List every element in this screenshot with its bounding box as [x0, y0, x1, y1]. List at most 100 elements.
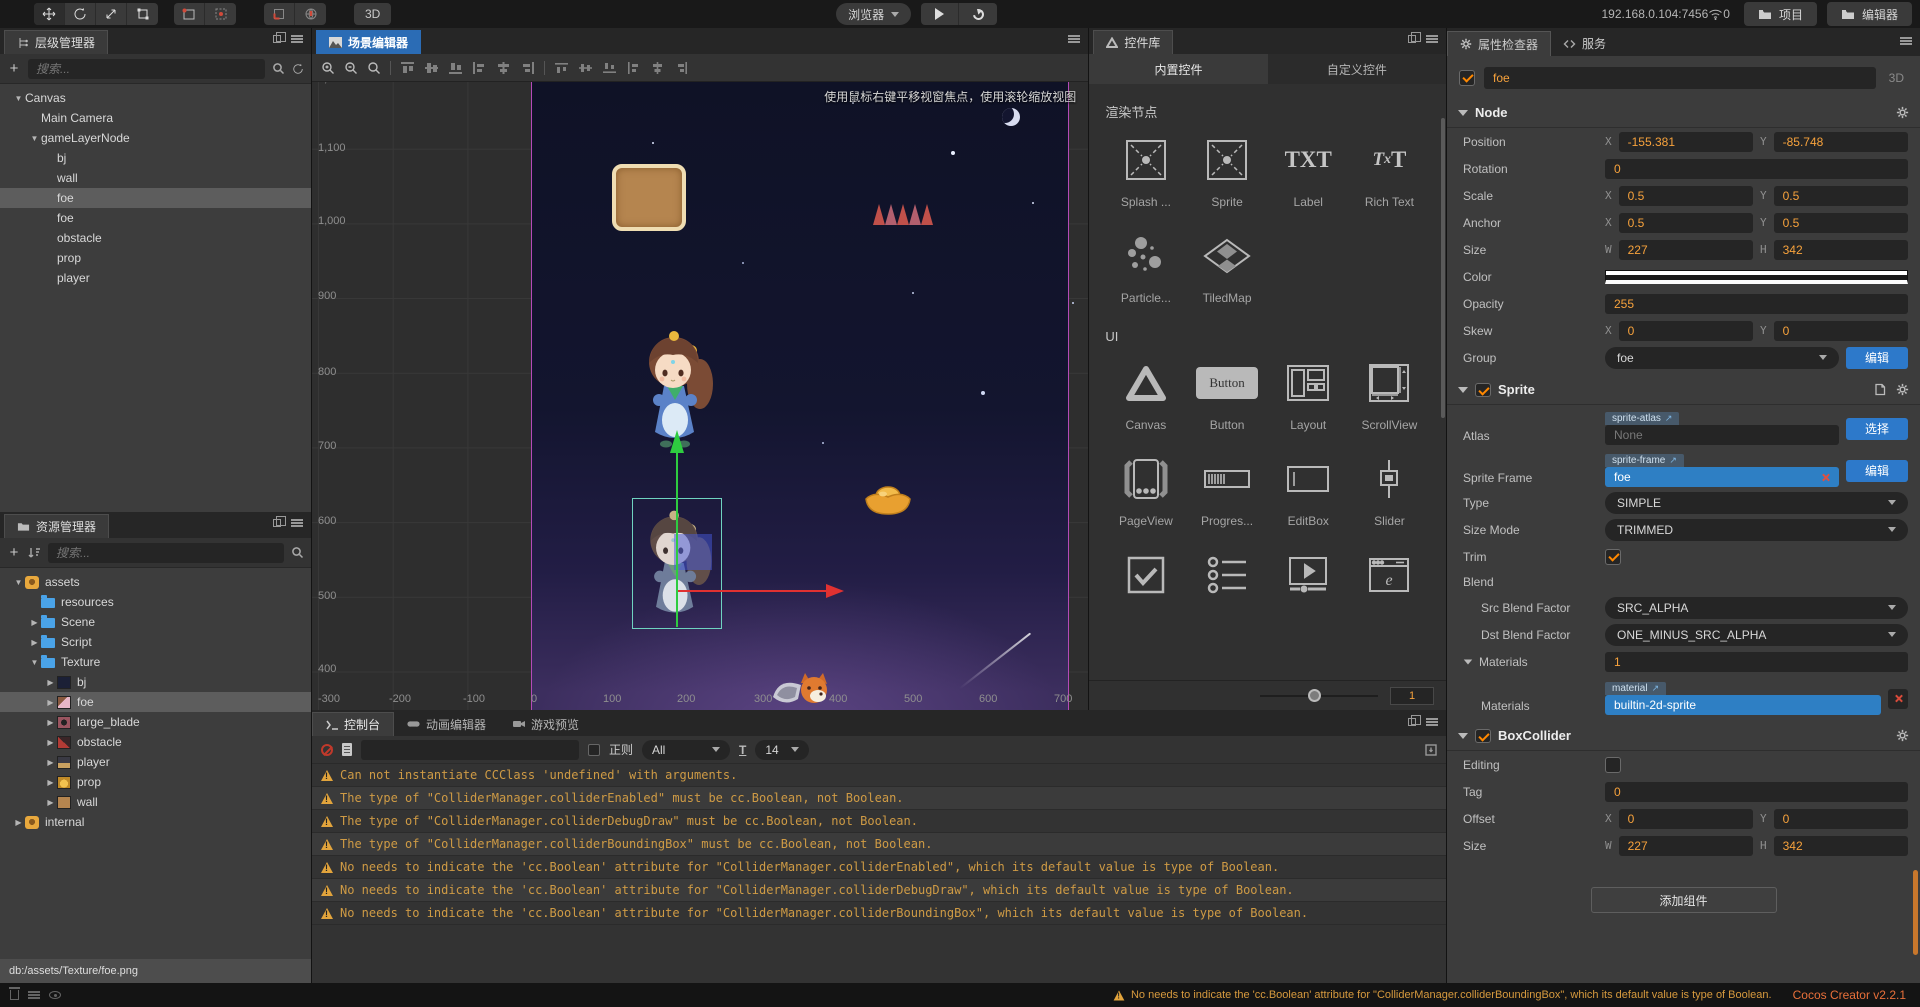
widget-splash[interactable]: Splash ... [1105, 137, 1186, 209]
assets-search-input[interactable]: 搜索... [48, 542, 284, 563]
node-name-input[interactable]: foe [1484, 67, 1876, 89]
tab-builtin-widgets[interactable]: 内置控件 [1089, 54, 1268, 84]
tree-expand-icon[interactable]: ▶ [44, 758, 57, 767]
collapse-icon[interactable] [1458, 386, 1468, 393]
log-row[interactable]: The type of "ColliderManager.colliderDeb… [312, 810, 1446, 833]
atlas-field[interactable]: None [1605, 425, 1839, 445]
gizmo-x-axis[interactable] [678, 590, 828, 592]
scale-tool-icon[interactable] [96, 3, 127, 25]
align-vcenter-icon[interactable] [424, 61, 439, 75]
collider-enabled-checkbox[interactable] [1475, 728, 1491, 743]
size-w-field[interactable]: 227 [1618, 239, 1753, 260]
tree-node-gamelayernode[interactable]: ▼ gameLayerNode [0, 128, 311, 148]
log-row[interactable]: No needs to indicate the 'cc.Boolean' at… [312, 856, 1446, 879]
collapse-icon[interactable] [1463, 658, 1473, 665]
anchor-y-field[interactable]: 0.5 [1773, 212, 1908, 233]
3d-toggle-button[interactable]: 3D [354, 3, 392, 25]
tag-field[interactable]: 0 [1605, 781, 1908, 802]
log-level-dropdown[interactable]: All [642, 739, 731, 760]
hierarchy-search-input[interactable]: 搜索... [28, 58, 265, 79]
asset-obstacle[interactable]: ▶ obstacle [0, 732, 311, 752]
dst-blend-dropdown[interactable]: ONE_MINUS_SRC_ALPHA [1605, 623, 1908, 646]
tree-node-bj[interactable]: bj [0, 148, 311, 168]
gizmo-x-arrowhead[interactable] [826, 584, 844, 598]
rotation-field[interactable]: 0 [1605, 158, 1908, 179]
asset-player[interactable]: ▶ player [0, 752, 311, 772]
widget-videoplayer[interactable] [1268, 552, 1349, 598]
tree-node-foe-selected[interactable]: foe [0, 188, 311, 208]
anchor-pivot-icon[interactable] [174, 3, 205, 25]
icon-size-slider[interactable] [1260, 688, 1378, 702]
collider-size-w-field[interactable]: 227 [1618, 835, 1753, 856]
rect-tool-icon[interactable] [127, 3, 158, 25]
section-boxcollider-header[interactable]: BoxCollider [1447, 721, 1920, 751]
inspector-scrollbar-thumb[interactable] [1913, 870, 1918, 955]
distribute-right-icon[interactable] [674, 61, 689, 75]
trim-checkbox[interactable] [1605, 548, 1621, 565]
align-bottom-icon[interactable] [448, 61, 463, 75]
sprite-frame-edit-button[interactable]: 编辑 [1846, 459, 1908, 482]
gear-icon[interactable] [1896, 729, 1909, 742]
asset-bj[interactable]: ▶ bj [0, 672, 311, 692]
popout-icon[interactable] [273, 32, 286, 43]
widget-label[interactable]: TXT Label [1268, 137, 1349, 209]
widget-particle[interactable]: Particle... [1105, 233, 1186, 305]
tree-expand-icon[interactable]: ▶ [28, 618, 41, 627]
panel-menu-icon[interactable] [1426, 35, 1438, 43]
widget-layout[interactable]: Layout [1268, 360, 1349, 432]
asset-assets-root[interactable]: ▼ assets [0, 572, 311, 592]
refresh-button[interactable] [959, 3, 997, 25]
tree-expand-icon[interactable]: ▼ [28, 658, 41, 667]
widget-richtext[interactable]: TxT Rich Text [1349, 137, 1430, 209]
color-swatch[interactable] [1605, 269, 1908, 284]
scroll-lock-icon[interactable] [1425, 743, 1437, 756]
tree-node-prop[interactable]: prop [0, 248, 311, 268]
materials-count-field[interactable]: 1 [1605, 651, 1908, 672]
tree-node-player[interactable]: player [0, 268, 311, 288]
trash-icon[interactable] [9, 987, 20, 1000]
panel-menu-icon[interactable] [1426, 718, 1438, 726]
type-dropdown[interactable]: SIMPLE [1605, 491, 1908, 514]
panel-menu-icon[interactable] [291, 35, 303, 43]
open-project-button[interactable]: 项目 [1743, 2, 1817, 26]
tree-expand-icon[interactable]: ▶ [44, 678, 57, 687]
widget-tiledmap[interactable]: TiledMap [1186, 233, 1267, 305]
scale-y-field[interactable]: 0.5 [1773, 185, 1908, 206]
eye-icon[interactable] [49, 991, 61, 999]
editing-checkbox[interactable] [1605, 756, 1621, 773]
section-node-header[interactable]: Node [1447, 98, 1920, 128]
asset-texture[interactable]: ▼ Texture [0, 652, 311, 672]
log-list-icon[interactable] [28, 991, 40, 999]
align-hcenter-icon[interactable] [496, 61, 511, 75]
popout-icon[interactable] [1408, 715, 1421, 726]
widget-scrollview[interactable]: ScrollView [1349, 360, 1430, 432]
tab-hierarchy[interactable]: 层级管理器 [4, 30, 109, 54]
asset-wall[interactable]: ▶ wall [0, 792, 311, 812]
collapse-icon[interactable] [1458, 109, 1468, 116]
widget-button[interactable]: Button Button [1186, 360, 1267, 432]
tab-services[interactable]: 服务 [1551, 31, 1618, 56]
atlas-select-button[interactable]: 选择 [1846, 417, 1908, 440]
rotate-tool-icon[interactable] [65, 3, 96, 25]
asset-scene[interactable]: ▶ Scene [0, 612, 311, 632]
distribute-hcenter-icon[interactable] [650, 61, 665, 75]
tree-node-main-camera[interactable]: Main Camera [0, 108, 311, 128]
tree-expand-icon[interactable]: ▶ [44, 718, 57, 727]
panel-menu-icon[interactable] [1068, 35, 1081, 43]
tree-expand-icon[interactable]: ▶ [12, 818, 25, 827]
log-row[interactable]: No needs to indicate the 'cc.Boolean' at… [312, 879, 1446, 902]
size-mode-dropdown[interactable]: TRIMMED [1605, 518, 1908, 541]
tree-expand-icon[interactable]: ▶ [44, 698, 57, 707]
zoom-reset-icon[interactable] [367, 61, 381, 75]
distribute-top-icon[interactable] [554, 61, 569, 75]
search-icon[interactable] [272, 62, 285, 75]
widget-toggle[interactable] [1105, 552, 1186, 598]
slider-handle[interactable] [1308, 688, 1321, 702]
tree-expand-icon[interactable]: ▼ [12, 578, 25, 587]
node-active-checkbox[interactable] [1459, 70, 1475, 86]
tab-console[interactable]: 控制台 [312, 712, 395, 736]
anchor-x-field[interactable]: 0.5 [1618, 212, 1753, 233]
tab-inspector[interactable]: 属性检查器 [1447, 31, 1552, 56]
prop-ingot-sprite[interactable] [863, 478, 913, 522]
gear-icon[interactable] [1896, 106, 1909, 119]
